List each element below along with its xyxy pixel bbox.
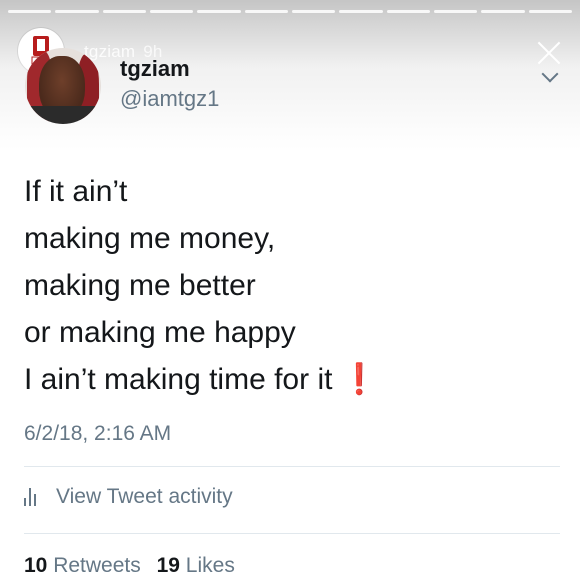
tweet-display-name[interactable]: tgziam bbox=[120, 56, 190, 82]
likes-stat[interactable]: 19 Likes bbox=[157, 554, 235, 577]
story-progress-segment bbox=[244, 10, 288, 13]
tweet-handle[interactable]: @iamtgz1 bbox=[120, 86, 219, 112]
story-progress-segment bbox=[149, 10, 194, 13]
tweet-avatar[interactable] bbox=[25, 48, 101, 124]
story-progress-segment bbox=[481, 10, 525, 13]
story-progress-segment bbox=[291, 10, 336, 13]
activity-label: View Tweet activity bbox=[56, 485, 233, 508]
divider bbox=[24, 466, 560, 467]
retweets-label: Retweets bbox=[53, 554, 141, 577]
analytics-icon bbox=[24, 488, 42, 506]
tweet-body: If it ain’t making me money, making me b… bbox=[24, 168, 544, 403]
story-progress-segment bbox=[386, 10, 430, 13]
tweet-line: If it ain’t bbox=[24, 175, 128, 208]
story-progress-segment bbox=[102, 10, 146, 13]
retweets-count: 10 bbox=[24, 554, 48, 577]
story-progress-segment bbox=[197, 10, 241, 13]
red-exclamation-icon: ❗ bbox=[340, 363, 378, 396]
tweet-timestamp[interactable]: 6/2/18, 2:16 AM bbox=[24, 422, 171, 446]
chevron-down-icon[interactable] bbox=[541, 65, 559, 83]
view-tweet-activity-button[interactable]: View Tweet activity bbox=[24, 485, 233, 509]
tweet-line: making me better bbox=[24, 269, 256, 302]
tweet-line: or making me happy bbox=[24, 316, 296, 349]
likes-label: Likes bbox=[185, 554, 235, 577]
story-progress-segment bbox=[528, 10, 572, 13]
close-icon[interactable] bbox=[536, 40, 562, 66]
retweets-stat[interactable]: 10 Retweets bbox=[24, 554, 141, 577]
story-progress-segment bbox=[433, 10, 478, 13]
tweet-line: making me money, bbox=[24, 222, 276, 255]
story-progress-segment bbox=[8, 10, 52, 13]
story-progress-segment bbox=[55, 10, 99, 13]
tweet-line-last: I ain’t making time for it ❗ bbox=[24, 356, 544, 403]
story-progress-bar bbox=[8, 10, 572, 13]
divider bbox=[24, 533, 560, 534]
tweet-line-text: I ain’t making time for it bbox=[24, 363, 333, 396]
likes-count: 19 bbox=[156, 554, 180, 577]
tweet-stats: 10 Retweets 19 Likes bbox=[24, 554, 235, 578]
story-progress-segment bbox=[339, 10, 383, 13]
